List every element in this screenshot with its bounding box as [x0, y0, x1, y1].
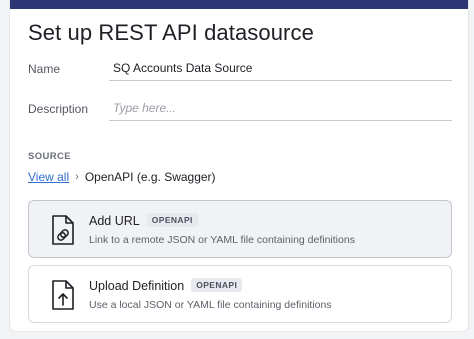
upload-file-icon — [49, 279, 77, 311]
chevron-right-icon: › — [75, 171, 79, 183]
option-title: Upload Definition OPENAPI — [89, 278, 243, 293]
add-url-option[interactable]: Add URL OPENAPI Link to a remote JSON or … — [28, 200, 452, 258]
breadcrumb-current: OpenAPI (e.g. Swagger) — [84, 170, 216, 184]
option-description: Use a local JSON or YAML file containing… — [89, 299, 332, 311]
link-file-icon — [49, 214, 77, 246]
upload-definition-option[interactable]: Upload Definition OPENAPI Use a local JSO… — [28, 265, 452, 323]
option-description: Link to a remote JSON or YAML file conta… — [89, 234, 355, 246]
description-label: Description — [28, 102, 89, 116]
option-title: Add URL OPENAPI — [89, 213, 198, 228]
breadcrumb: View all › OpenAPI (e.g. Swagger) — [28, 170, 216, 184]
add-url-title: Add URL — [89, 214, 140, 228]
page-title: Set up REST API datasource — [28, 20, 314, 45]
description-input[interactable]: Type here... — [109, 97, 452, 121]
name-input[interactable]: SQ Accounts Data Source — [109, 57, 452, 81]
upload-definition-title: Upload Definition — [89, 279, 185, 293]
view-all-link[interactable]: View all — [28, 170, 69, 184]
openapi-badge: OPENAPI — [146, 213, 198, 227]
openapi-badge: OPENAPI — [191, 278, 243, 292]
name-label: Name — [28, 62, 61, 76]
source-section-label: SOURCE — [28, 151, 72, 162]
header-accent-bar — [10, 0, 468, 9]
